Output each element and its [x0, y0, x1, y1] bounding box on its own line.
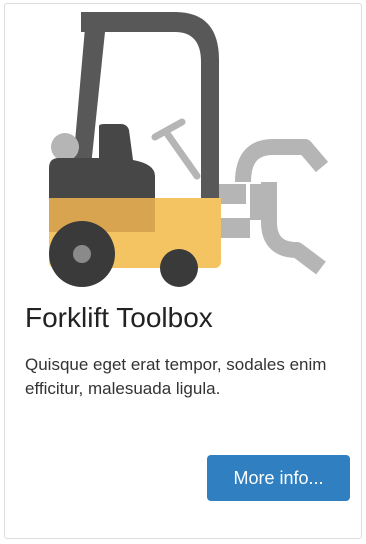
- clamp-attachment: [210, 139, 329, 275]
- steering-lever: [151, 118, 201, 180]
- more-info-button[interactable]: More info...: [207, 455, 350, 501]
- card-title: Forklift Toolbox: [25, 302, 213, 333]
- forklift-cab: [49, 124, 155, 202]
- product-card: Forklift Toolbox Quisque eget erat tempo…: [4, 3, 362, 539]
- card-description: Quisque eget erat tempor, sodales enim e…: [25, 355, 327, 398]
- forklift-icon: [49, 12, 329, 287]
